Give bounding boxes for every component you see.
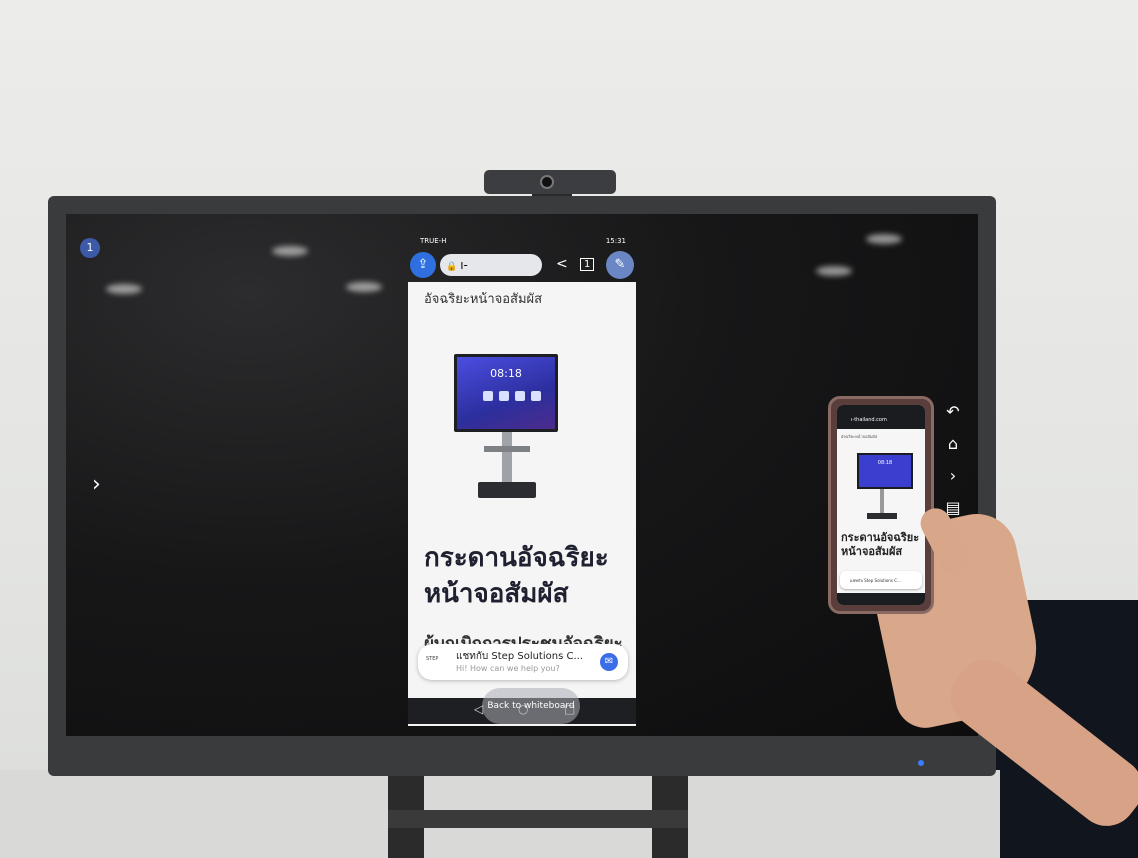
product-tv-screen: 08:18	[457, 357, 555, 429]
smartphone-product-base	[867, 513, 897, 519]
clock-label: 15:31	[605, 237, 626, 245]
app-icon	[515, 391, 525, 401]
smartphone-chat-text: แชทกับ Step Solutions C...	[850, 578, 901, 583]
smartphone-product-clock: 08:18	[877, 460, 893, 466]
product-stand-pole	[502, 432, 512, 482]
hero-title: กระดานอัจฉริยะ หน้าจอสัมผัส	[424, 540, 609, 612]
undo-arrow-icon[interactable]: ↶	[942, 402, 964, 434]
smartphone-product-tv: 08:18	[857, 453, 913, 489]
lock-icon: 🔒	[446, 262, 458, 272]
tab-count-button[interactable]: 1	[580, 258, 595, 271]
chat-title: แชทกับ Step Solutions C...	[456, 651, 583, 662]
app-icon	[499, 391, 509, 401]
power-led-icon	[918, 760, 924, 766]
back-to-whiteboard-button[interactable]: Back to whiteboard	[482, 688, 580, 724]
ceiling-light-reflection	[106, 284, 142, 294]
product-image: 08:18	[454, 354, 558, 504]
stand-shelf	[388, 810, 688, 828]
smartphone-hero-title: กระดานอัจฉริยะ หน้าจอสัมผัส	[841, 531, 919, 559]
browser-toolbar: ⇪ 🔒ı-thailand.com < 1 ✎	[408, 248, 636, 296]
app-icon	[483, 391, 493, 401]
chat-widget[interactable]: STEP แชทกับ Step Solutions C... Hi! How …	[418, 644, 628, 680]
smartphone-product-pole	[880, 489, 884, 515]
webcam	[484, 170, 616, 194]
carrier-label: TRUE-H	[420, 237, 447, 245]
ceiling-light-reflection	[816, 266, 852, 276]
screen-mirror-view[interactable]: อัจฉริยะหน้าจอสัมผัส 08:18 กระดานอัจฉริย…	[408, 282, 636, 726]
display-stand	[388, 770, 688, 858]
product-stand-tray	[484, 446, 530, 452]
smartphone-browser-bar: ı-thailand.com	[837, 405, 925, 429]
messenger-icon[interactable]: ✉	[600, 653, 618, 671]
page-number-badge[interactable]: 1	[80, 238, 100, 258]
product-tv: 08:18	[454, 354, 558, 432]
smartphone-title-line2: หน้าจอสัมผัส	[841, 545, 903, 558]
expand-sidebar-chevron-icon[interactable]: ›	[92, 472, 101, 497]
app-icon	[531, 391, 541, 401]
chevron-right-icon[interactable]: ›	[942, 466, 964, 498]
share-button[interactable]: ⇪	[410, 252, 436, 278]
smartphone: ı-thailand.com อัจฉริยะหน้าจอสัมผัส 08:1…	[828, 396, 934, 614]
smartphone-screen: ı-thailand.com อัจฉริยะหน้าจอสัมผัส 08:1…	[837, 405, 925, 605]
smartphone-title-line1: กระดานอัจฉริยะ	[841, 531, 920, 544]
smartphone-url: ı-thailand.com	[851, 417, 887, 423]
ceiling-light-reflection	[866, 234, 902, 244]
annotation-pen-button[interactable]: ✎	[606, 251, 634, 279]
step-solutions-logo: STEP	[426, 656, 439, 662]
share-nodes-icon[interactable]: <	[556, 256, 568, 272]
mirror-status-bar: TRUE-H 15:31	[408, 234, 636, 248]
product-clock: 08:18	[490, 367, 522, 380]
ceiling-light-reflection	[346, 282, 382, 292]
home-icon[interactable]: ⌂	[942, 434, 964, 466]
product-stand-base	[478, 482, 536, 498]
url-bar[interactable]: 🔒ı-thailand.com	[440, 254, 542, 296]
camera-lens-icon	[540, 175, 554, 189]
ceiling-light-reflection	[272, 246, 308, 256]
smartphone-chat-widget: แชทกับ Step Solutions C...	[840, 571, 922, 589]
hero-title-line2: หน้าจอสัมผัส	[424, 579, 569, 609]
smartphone-page-heading: อัจฉริยะหน้าจอสัมผัส	[841, 434, 878, 439]
smartphone-nav-bar	[837, 593, 925, 605]
page-heading: อัจฉริยะหน้าจอสัมผัส	[424, 292, 543, 307]
hero-title-line1: กระดานอัจฉริยะ	[424, 543, 609, 573]
chat-subtitle: Hi! How can we help you?	[456, 664, 560, 673]
